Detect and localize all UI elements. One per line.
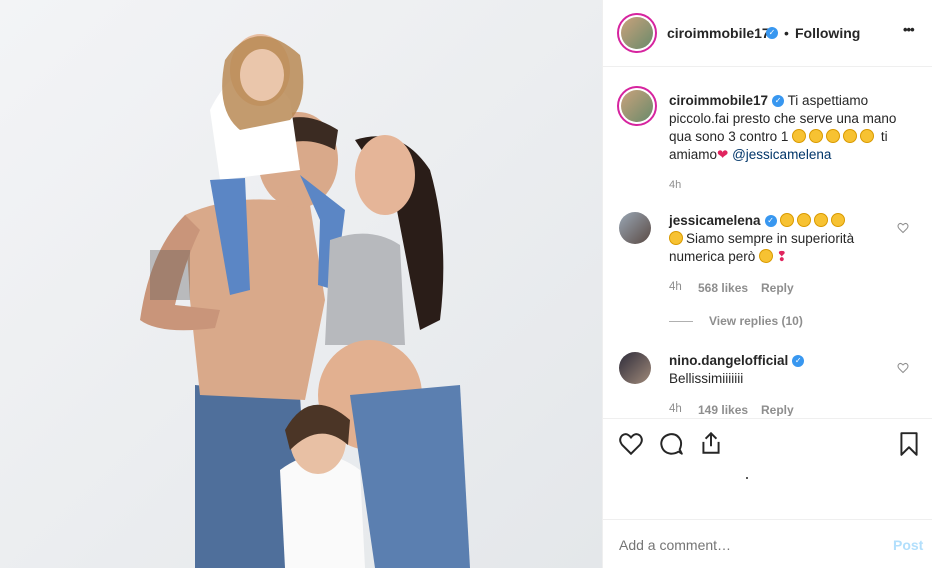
comment-time[interactable]: 4h: [669, 403, 682, 415]
view-replies-button[interactable]: View replies (10): [709, 314, 803, 328]
red-heart-icon: ❤: [717, 147, 729, 162]
comment-username[interactable]: nino.dangelofficial: [669, 353, 788, 368]
caption-body: ciroimmobile17 ✓ Ti aspettiamo piccolo.fa…: [669, 92, 909, 164]
caption-avatar[interactable]: [617, 86, 657, 126]
separator-dot: •: [784, 25, 789, 41]
comment-body: nino.dangelofficial ✓ Bellissimiiiiiii: [669, 352, 889, 388]
comment-item: jessicamelena ✓ Siamo sempre in superiori…: [617, 210, 923, 328]
laughing-emoji-icon: [759, 249, 774, 263]
share-icon[interactable]: [698, 430, 724, 456]
post-header: ciroimmobile17 ✓ • Following •••: [603, 0, 932, 67]
laughing-emoji-icon: [669, 231, 683, 245]
dot-indicator: [746, 477, 748, 479]
verified-icon: ✓: [764, 215, 777, 228]
commenter-avatar[interactable]: [619, 212, 651, 244]
heart-exclamation-icon: ❢: [776, 249, 788, 264]
verified-icon: ✓: [772, 95, 785, 108]
action-bar: [603, 418, 932, 518]
comment-time[interactable]: 4h: [669, 281, 682, 293]
bookmark-icon[interactable]: [898, 431, 920, 457]
verified-icon: ✓: [792, 355, 805, 368]
comment-item: nino.dangelofficial ✓ Bellissimiiiiiii 4h…: [617, 350, 923, 416]
replies-divider: [669, 321, 693, 322]
laughing-emoji-icon: [792, 129, 877, 144]
more-options-icon[interactable]: •••: [903, 22, 915, 37]
comment-body: jessicamelena ✓ Siamo sempre in superiori…: [669, 212, 889, 266]
mention-link[interactable]: @jessicamelena: [732, 147, 831, 162]
comment-likes[interactable]: 568 likes: [698, 281, 748, 295]
commenter-avatar[interactable]: [619, 352, 651, 384]
verified-icon: ✓: [766, 27, 778, 39]
like-comment-heart-icon[interactable]: [897, 222, 909, 234]
caption-username[interactable]: ciroimmobile17: [669, 93, 768, 108]
post-photo[interactable]: [0, 0, 602, 568]
reply-button[interactable]: Reply: [761, 281, 794, 295]
comment-username[interactable]: jessicamelena: [669, 213, 761, 228]
comment-text: Bellissimiiiiiii: [669, 371, 744, 386]
caption-time[interactable]: 4h: [669, 179, 681, 191]
like-comment-heart-icon[interactable]: [897, 362, 909, 374]
comment-likes[interactable]: 149 likes: [698, 403, 748, 416]
heart-icon[interactable]: [618, 431, 644, 457]
reply-button[interactable]: Reply: [761, 403, 794, 416]
laughing-emoji-icon: [780, 213, 848, 228]
post-comment-button[interactable]: Post: [893, 537, 923, 553]
comment-composer: Post: [603, 519, 932, 568]
post-side-panel: ciroimmobile17 ✓ • Following ••• ciroimm…: [602, 0, 932, 568]
avatar-image: [621, 90, 653, 122]
author-avatar[interactable]: [617, 13, 657, 53]
add-comment-input[interactable]: [617, 534, 861, 556]
family-photo-illustration: [0, 0, 602, 568]
comment-icon[interactable]: [658, 431, 684, 457]
avatar-image: [621, 17, 653, 49]
instagram-post: ciroimmobile17 ✓ • Following ••• ciroimm…: [0, 0, 932, 568]
following-button[interactable]: Following: [795, 25, 860, 41]
author-username[interactable]: ciroimmobile17: [667, 25, 770, 41]
